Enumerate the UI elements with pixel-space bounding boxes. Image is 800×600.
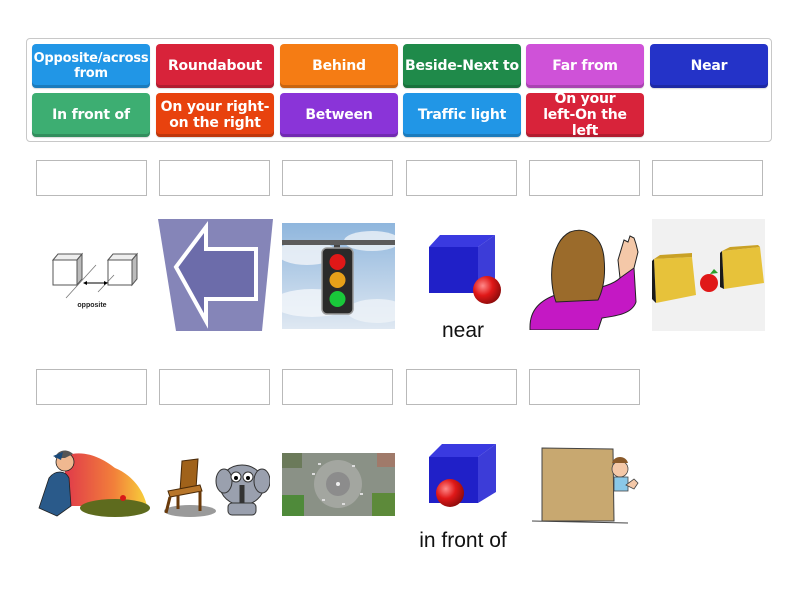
tile-label: Behind [312,58,366,74]
tile-label: In front of [52,107,130,123]
tile-on-your-right[interactable]: On your right-on the right [156,93,274,137]
tile-opposite-across-from[interactable]: Opposite/across from [32,44,150,88]
tile-roundabout[interactable]: Roundabout [156,44,274,88]
opposite-image: opposite [36,220,149,332]
roundabout-image [282,453,395,516]
chair-elephant-icon [164,458,270,517]
drop-zone-10[interactable] [406,369,517,405]
tile-on-your-left[interactable]: On your left-On the left [526,91,644,139]
drop-zone-9[interactable] [282,369,393,405]
raised-right-hand-image [528,222,641,330]
tile-label: Near [690,58,728,74]
left-arrow-image [158,219,273,331]
beside-image [160,455,270,520]
tile-label: Beside-Next to [405,58,519,74]
tile-between[interactable]: Between [280,93,398,137]
tile-label: Opposite/across [33,51,149,66]
near-image [420,230,510,310]
opposite-caption: opposite [77,302,106,309]
tile-label: on the right [169,115,261,131]
ball-in-front-cube-icon [429,444,496,507]
in-front-of-caption: in front of [419,529,507,552]
answer-tile-tray: Opposite/across from Roundabout Behind Be… [26,38,772,142]
tile-beside-next-to[interactable]: Beside-Next to [403,44,521,88]
drop-zone-4[interactable] [406,160,517,196]
between-image [652,219,765,331]
drop-zone-1[interactable] [36,160,147,196]
tile-traffic-light[interactable]: Traffic light [403,93,521,137]
tile-near[interactable]: Near [650,44,768,88]
tile-label: Traffic light [417,107,507,123]
tile-label: On your [554,91,616,107]
traffic-light-icon [282,223,395,329]
drop-zone-7[interactable] [36,369,147,405]
drop-zone-8[interactable] [159,369,270,405]
tile-label: Far from [552,58,618,74]
drop-zone-11[interactable] [529,369,640,405]
tile-in-front-of[interactable]: In front of [32,93,150,137]
drop-zone-2[interactable] [159,160,270,196]
left-arrow-icon [158,219,273,331]
cube-ball-near-icon [429,235,501,304]
drop-zone-3[interactable] [282,160,393,196]
roundabout-aerial-icon [282,453,395,516]
girl-waving-icon [529,229,639,330]
man-looking-far-icon [38,450,150,517]
opposite-cubes-icon: opposite [51,252,139,309]
near-caption: near [441,319,485,342]
tile-behind[interactable]: Behind [280,44,398,88]
behind-image [530,445,643,525]
drop-zone-6[interactable] [652,160,763,196]
tile-label: from [74,66,108,81]
tile-label: Roundabout [167,58,263,74]
tile-label: Between [305,107,373,123]
drop-zone-5[interactable] [529,160,640,196]
boy-behind-box-icon [531,447,639,524]
apple-between-boxes-icon [652,219,765,331]
tile-label: left-On the left [543,107,627,139]
in-front-of-image [420,440,510,520]
far-from-image [35,448,150,520]
traffic-light-image [282,223,395,329]
tile-label: On your right- [160,99,270,115]
tile-far-from[interactable]: Far from [526,44,644,88]
